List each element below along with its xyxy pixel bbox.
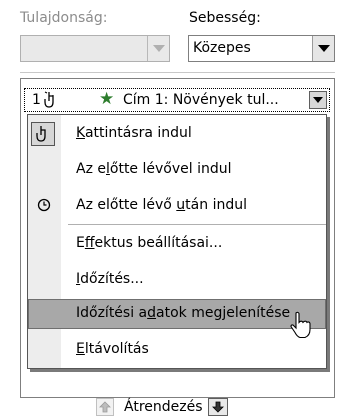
context-menu: Kattintásra indul Az előtte lévővel indu… <box>27 114 327 369</box>
menu-item-remove[interactable]: Eltávolítás <box>28 335 326 365</box>
menu-item-label: Kattintásra indul <box>76 125 192 141</box>
menu-item-label: Eltávolítás <box>76 341 149 357</box>
menu-item-start-on-click[interactable]: Kattintásra indul <box>28 119 326 149</box>
clock-icon <box>36 196 52 216</box>
mouse-click-icon <box>44 91 58 113</box>
property-label: Tulajdonság: <box>20 10 108 26</box>
divider <box>20 72 335 73</box>
chevron-down-icon <box>313 97 323 103</box>
animation-item-text: Cím 1: Növények tul... <box>123 92 279 108</box>
move-up-button <box>96 398 114 416</box>
hand-cursor-icon <box>290 311 312 345</box>
menu-separator <box>68 224 326 225</box>
arrow-down-icon <box>212 401 224 413</box>
menu-item-with-previous[interactable]: Az előtte lévővel indul <box>28 155 326 185</box>
speed-label: Sebesség: <box>189 10 261 26</box>
mouse-click-icon <box>31 122 55 146</box>
menu-item-show-advanced-timeline[interactable]: Időzítési adatok megjelenítése <box>28 299 326 329</box>
menu-item-label: Időzítési adatok megjelenítése <box>76 305 291 321</box>
menu-item-label: Időzítés... <box>76 271 144 287</box>
speed-value: Közepes <box>193 40 251 56</box>
menu-item-effect-options[interactable]: Effektus beállításai... <box>28 229 326 259</box>
animation-order-number: 1 <box>32 92 41 108</box>
menu-item-label: Az előtte lévővel indul <box>76 161 232 177</box>
speed-dropdown-button[interactable] <box>312 36 334 61</box>
animation-item-dropdown-button[interactable] <box>309 91 327 109</box>
reorder-bar: Átrendezés <box>0 398 343 418</box>
menu-item-after-previous[interactable]: Az előtte lévő után indul <box>28 191 326 221</box>
property-combobox <box>20 35 170 62</box>
chevron-down-icon <box>152 45 165 52</box>
chevron-down-icon <box>317 45 330 52</box>
menu-item-label: Effektus beállításai... <box>76 235 223 251</box>
move-down-button[interactable] <box>208 398 228 416</box>
property-dropdown-button <box>147 36 169 61</box>
speed-combobox[interactable]: Közepes <box>188 35 335 62</box>
menu-item-timing[interactable]: Időzítés... <box>28 265 326 295</box>
animation-list-item[interactable]: 1 ★ Cím 1: Növények tul... <box>24 88 330 112</box>
arrow-up-icon <box>99 401 111 413</box>
star-effect-icon: ★ <box>99 89 115 109</box>
menu-item-label: Az előtte lévő után indul <box>76 197 247 213</box>
reorder-label: Átrendezés <box>124 399 203 415</box>
